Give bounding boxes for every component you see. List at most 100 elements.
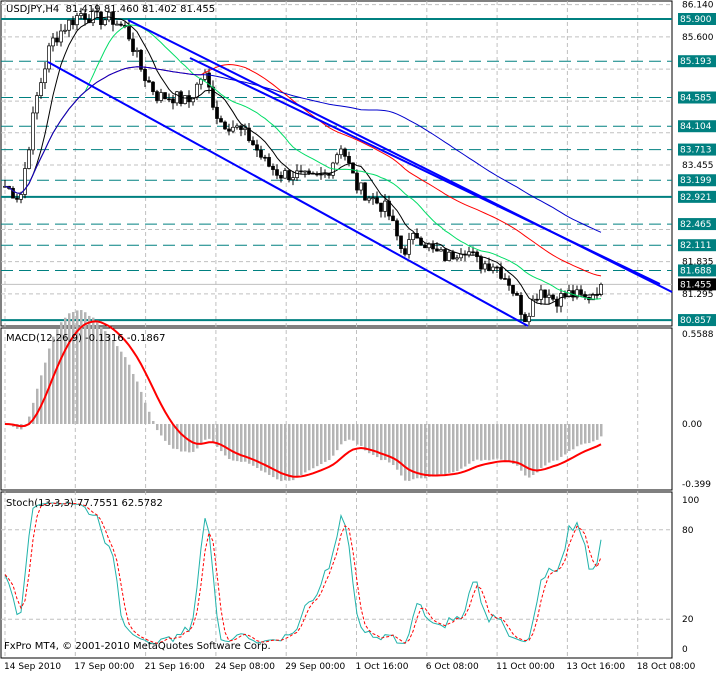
stoch-label: Stoch(13,3,3) 77.7551 62.5782 (6, 498, 163, 509)
candle-body (291, 177, 295, 181)
candle-body (151, 81, 155, 92)
candle-body (399, 235, 403, 249)
stoch-axis-tick: 100 (682, 496, 699, 506)
macd-bar (180, 424, 183, 452)
candle-body (263, 156, 267, 159)
macd-bar (164, 424, 167, 441)
candle-body (391, 215, 395, 222)
header-label: USDJPY,H4 81.419 81.460 81.402 81.455 (6, 4, 215, 15)
candle-body (223, 121, 227, 130)
level-label: 82.921 (680, 193, 712, 203)
candle-body (363, 182, 367, 201)
candle-body (163, 92, 167, 100)
candle-body (159, 92, 163, 101)
macd-bar (296, 424, 299, 478)
candle-body (131, 38, 135, 52)
macd-label: MACD(12,26,9) -0.1316 -0.1867 (6, 333, 166, 344)
macd-bar (124, 357, 127, 424)
candle-body (67, 19, 71, 31)
candle-body (303, 170, 307, 173)
macd-bar (364, 424, 367, 451)
candle-body (335, 154, 339, 164)
macd-bar (128, 364, 131, 424)
candle-body (383, 200, 387, 212)
macd-bar (300, 424, 303, 476)
macd-bar (596, 424, 599, 440)
price-tick: 86.140 (682, 1, 714, 11)
macd-bar (224, 424, 227, 456)
macd-bar (120, 351, 123, 424)
macd-bar (112, 340, 115, 424)
level-label: 85.900 (680, 15, 712, 25)
candle-body (487, 263, 491, 271)
candle-body (403, 248, 407, 255)
candle-body (287, 170, 291, 181)
candle-body (215, 106, 219, 119)
candle-body (439, 249, 443, 252)
candle-body (343, 148, 347, 157)
candle-body (523, 314, 527, 323)
stoch-axis-tick: 0 (682, 645, 688, 655)
time-tick: 24 Sep 08:00 (215, 662, 275, 672)
macd-bar (448, 424, 451, 473)
time-tick: 14 Sep 2010 (4, 662, 61, 672)
macd-bar (484, 424, 487, 460)
candle-body (295, 170, 299, 178)
candle-body (443, 249, 447, 261)
candle-body (519, 295, 523, 315)
candle-body (171, 98, 175, 104)
macd-bar (492, 424, 495, 460)
candle-body (279, 174, 283, 179)
candle-body (563, 293, 567, 297)
candle-body (271, 165, 275, 170)
candle-body (387, 200, 391, 217)
macd-bar (432, 424, 435, 477)
macd-bar (336, 424, 339, 451)
macd-bar (320, 424, 323, 465)
macd-bar (460, 424, 463, 469)
candle-body (59, 30, 63, 43)
macd-bar (148, 411, 151, 424)
macd-axis-tick: 0.00 (682, 420, 702, 430)
stoch-axis-tick: 20 (682, 615, 694, 625)
candle-body (515, 293, 519, 296)
candle-body (307, 170, 311, 174)
time-tick: 1 Oct 16:00 (356, 662, 409, 672)
macd-bar (152, 420, 155, 424)
candle-body (47, 45, 51, 70)
macd-bar (188, 424, 191, 453)
candle-body (451, 251, 455, 260)
candle-body (423, 244, 427, 249)
macd-bar (512, 424, 515, 464)
macd-bar (352, 424, 355, 441)
macd-bar (464, 424, 467, 467)
current-price-label: 81.455 (680, 280, 712, 290)
ohlc-label: 81.419 81.460 81.402 81.455 (65, 4, 216, 15)
level-label: 85.193 (680, 57, 712, 67)
macd-bar (348, 424, 351, 440)
candle-body (127, 26, 131, 40)
macd-bar (156, 424, 159, 431)
macd-bar (116, 346, 119, 424)
candle-body (75, 15, 79, 26)
candle-body (51, 37, 55, 47)
macd-bar (580, 424, 583, 445)
stoch-axis-tick: 80 (682, 526, 694, 536)
macd-bar (504, 424, 507, 461)
level-label: 82.465 (680, 220, 712, 230)
macd-bar (332, 424, 335, 456)
macd-bar (444, 424, 447, 475)
candle-body (115, 23, 119, 26)
candle-body (251, 140, 255, 146)
candle-body (427, 243, 431, 249)
macd-bar (324, 424, 327, 462)
macd-bar (404, 424, 407, 481)
candle-body (183, 95, 187, 104)
macd-bar (440, 424, 443, 475)
macd-bar (192, 424, 195, 452)
macd-bar (140, 391, 143, 424)
macd-bar (208, 424, 211, 439)
macd-bar (420, 424, 423, 479)
candle-body (43, 68, 47, 84)
macd-bar (132, 373, 135, 424)
